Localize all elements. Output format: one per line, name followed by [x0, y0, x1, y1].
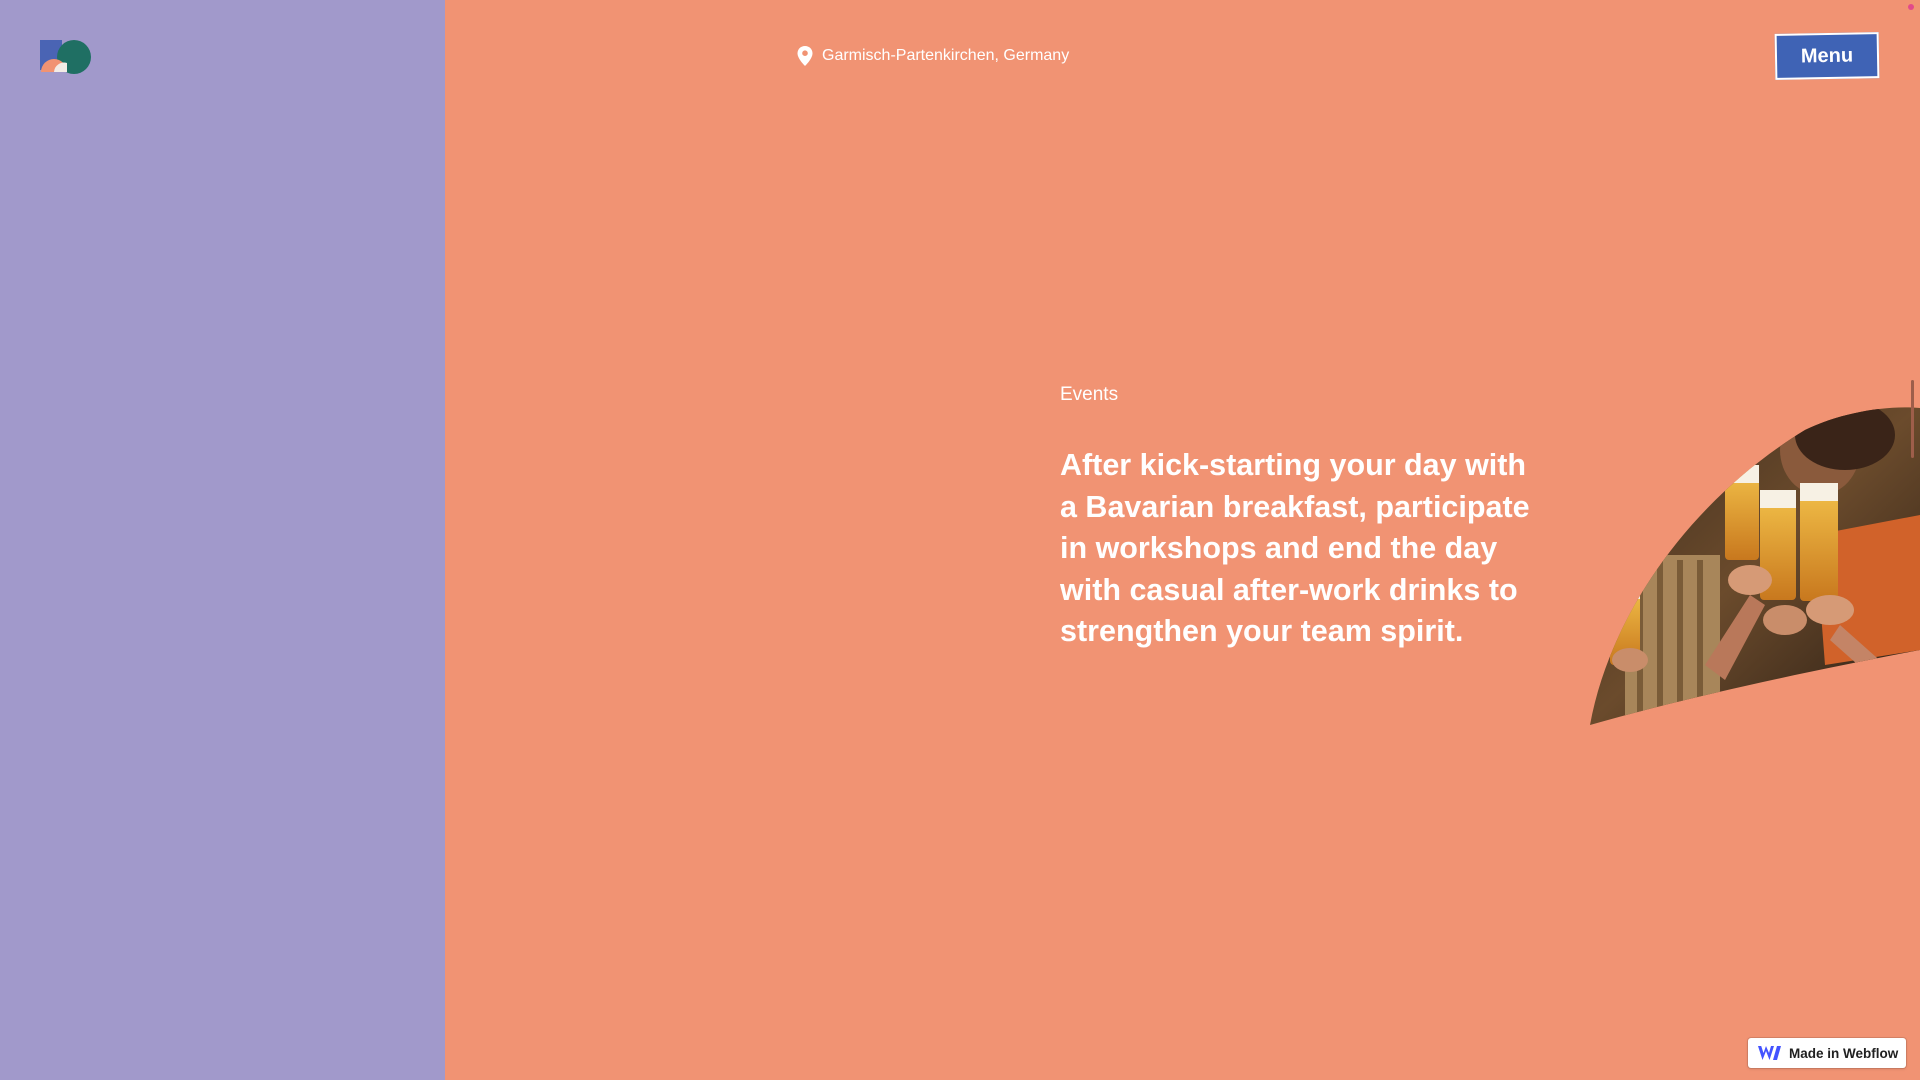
left-panel — [0, 0, 445, 1080]
corner-dot — [1908, 4, 1914, 10]
headline: After kick-starting your day with a Bava… — [1060, 448, 1530, 648]
beer-toast-photo — [1590, 407, 1920, 725]
webflow-badge-label: Made in Webflow — [1789, 1045, 1899, 1061]
scroll-indicator[interactable] — [1911, 380, 1914, 458]
webflow-icon — [1758, 1046, 1781, 1060]
made-in-webflow-badge[interactable]: Made in Webflow — [1748, 1038, 1906, 1068]
location: Garmisch-Partenkirchen, Germany — [796, 45, 1069, 67]
menu-button[interactable]: Menu — [1774, 32, 1880, 80]
page: Garmisch-Partenkirchen, Germany Menu Eve… — [0, 0, 1920, 1080]
location-text: Garmisch-Partenkirchen, Germany — [822, 47, 1070, 64]
map-pin-icon — [797, 46, 813, 66]
logo-icon[interactable] — [38, 38, 92, 76]
section-label: Events — [1060, 384, 1119, 405]
